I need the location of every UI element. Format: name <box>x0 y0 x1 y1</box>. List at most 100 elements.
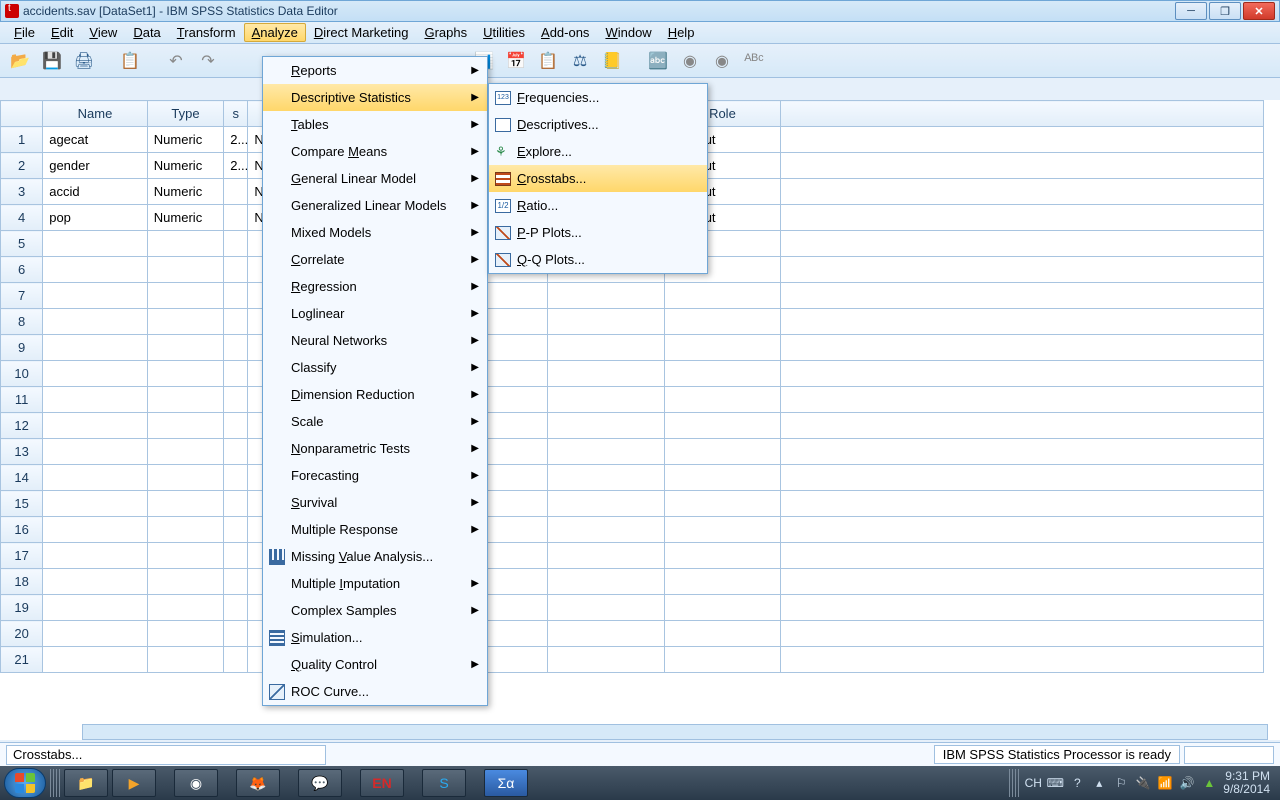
cell-name[interactable]: accid <box>43 179 148 205</box>
menu-analyze[interactable]: Analyze <box>244 23 306 42</box>
tray-grip[interactable] <box>1009 769 1019 797</box>
col-header-row[interactable] <box>1 101 43 127</box>
submenu-item-frequencies[interactable]: 123Frequencies... <box>489 84 707 111</box>
row-number[interactable]: 17 <box>1 543 43 569</box>
submenu-item-descriptives[interactable]: Descriptives... <box>489 111 707 138</box>
menu-add-ons[interactable]: Add-ons <box>533 23 597 42</box>
submenu-item-p-p-plots[interactable]: P-P Plots... <box>489 219 707 246</box>
cell-type[interactable]: Numeric <box>147 153 223 179</box>
status-command[interactable] <box>6 745 326 765</box>
menu-transform[interactable]: Transform <box>169 23 244 42</box>
menu-help[interactable]: Help <box>660 23 703 42</box>
gtalk-taskbar-icon[interactable]: 💬 <box>298 769 342 797</box>
recall-icon[interactable]: 📋 <box>116 47 144 75</box>
table-row[interactable]: 10 <box>1 361 1264 387</box>
cell-type[interactable]: Numeric <box>147 179 223 205</box>
menu-item-classify[interactable]: Classify▶ <box>263 354 487 381</box>
close-button[interactable]: ✕ <box>1243 2 1275 20</box>
row-number[interactable]: 21 <box>1 647 43 673</box>
cell-name[interactable]: gender <box>43 153 148 179</box>
save-icon[interactable]: 💾 <box>38 47 66 75</box>
row-number[interactable]: 10 <box>1 361 43 387</box>
taskbar-grip[interactable] <box>50 769 60 797</box>
minimize-button[interactable]: ─ <box>1175 2 1207 20</box>
split-icon[interactable]: ⚖ <box>566 47 594 75</box>
menu-direct-marketing[interactable]: Direct Marketing <box>306 23 417 42</box>
open-icon[interactable]: 📂 <box>6 47 34 75</box>
cell-values[interactable] <box>224 205 248 231</box>
row-number[interactable]: 2 <box>1 153 43 179</box>
table-row[interactable]: 9 <box>1 335 1264 361</box>
cell-values[interactable] <box>224 179 248 205</box>
submenu-item-ratio[interactable]: 1/2Ratio... <box>489 192 707 219</box>
menu-item-regression[interactable]: Regression▶ <box>263 273 487 300</box>
row-number[interactable]: 5 <box>1 231 43 257</box>
table-row[interactable]: 21 <box>1 647 1264 673</box>
menu-item-mixed-models[interactable]: Mixed Models▶ <box>263 219 487 246</box>
menu-item-survival[interactable]: Survival▶ <box>263 489 487 516</box>
menu-item-forecasting[interactable]: Forecasting▶ <box>263 462 487 489</box>
variables-icon[interactable]: 📅 <box>502 47 530 75</box>
menu-view[interactable]: View <box>81 23 125 42</box>
cell-name[interactable]: agecat <box>43 127 148 153</box>
menu-item-multiple-imputation[interactable]: Multiple Imputation▶ <box>263 570 487 597</box>
select-icon[interactable]: 🔤 <box>644 47 672 75</box>
menu-window[interactable]: Window <box>597 23 659 42</box>
row-number[interactable]: 4 <box>1 205 43 231</box>
row-number[interactable]: 20 <box>1 621 43 647</box>
cell-type[interactable]: Numeric <box>147 127 223 153</box>
table-row[interactable]: 18 <box>1 569 1264 595</box>
help-tray-icon[interactable]: ? <box>1069 775 1085 791</box>
maximize-button[interactable]: ❐ <box>1209 2 1241 20</box>
menu-item-descriptive-statistics[interactable]: Descriptive Statistics▶ <box>263 84 487 111</box>
menu-item-compare-means[interactable]: Compare Means▶ <box>263 138 487 165</box>
cell-values[interactable]: 2... <box>224 153 248 179</box>
menu-item-missing-value-analysis[interactable]: Missing Value Analysis... <box>263 543 487 570</box>
col-header-s[interactable]: s <box>224 101 248 127</box>
row-number[interactable]: 16 <box>1 517 43 543</box>
table-row[interactable]: 13 <box>1 439 1264 465</box>
drive-icon[interactable]: ▲ <box>1201 775 1217 791</box>
table-row[interactable]: 16 <box>1 517 1264 543</box>
table-row[interactable]: 19 <box>1 595 1264 621</box>
lang-indicator[interactable]: CH <box>1025 775 1041 791</box>
start-button[interactable] <box>4 768 46 798</box>
clock[interactable]: 9:31 PM 9/8/2014 <box>1223 770 1270 796</box>
firefox-taskbar-icon[interactable]: 🦊 <box>236 769 280 797</box>
menu-item-simulation[interactable]: Simulation... <box>263 624 487 651</box>
network-icon[interactable]: 📶 <box>1157 775 1173 791</box>
table-row[interactable]: 15 <box>1 491 1264 517</box>
table-row[interactable]: 14 <box>1 465 1264 491</box>
col-header-Type[interactable]: Type <box>147 101 223 127</box>
skype-taskbar-icon[interactable]: S <box>422 769 466 797</box>
menu-data[interactable]: Data <box>125 23 168 42</box>
row-number[interactable]: 1 <box>1 127 43 153</box>
explorer-taskbar-icon[interactable]: 📁 <box>64 769 108 797</box>
submenu-item-q-q-plots[interactable]: Q-Q Plots... <box>489 246 707 273</box>
menu-item-loglinear[interactable]: Loglinear▶ <box>263 300 487 327</box>
cell-name[interactable]: pop <box>43 205 148 231</box>
col-header-Name[interactable]: Name <box>43 101 148 127</box>
menu-item-nonparametric-tests[interactable]: Nonparametric Tests▶ <box>263 435 487 462</box>
media-taskbar-icon[interactable]: ▶ <box>112 769 156 797</box>
table-row[interactable]: 20 <box>1 621 1264 647</box>
cell-values[interactable]: 2... <box>224 127 248 153</box>
row-number[interactable]: 15 <box>1 491 43 517</box>
weight-icon[interactable]: 📒 <box>598 47 626 75</box>
cell-type[interactable]: Numeric <box>147 205 223 231</box>
en-taskbar-icon[interactable]: EN <box>360 769 404 797</box>
redo-icon[interactable]: ↷ <box>194 47 222 75</box>
menu-item-general-linear-model[interactable]: General Linear Model▶ <box>263 165 487 192</box>
menu-item-reports[interactable]: Reports▶ <box>263 57 487 84</box>
submenu-item-crosstabs[interactable]: Crosstabs... <box>489 165 707 192</box>
row-number[interactable]: 6 <box>1 257 43 283</box>
menu-item-tables[interactable]: Tables▶ <box>263 111 487 138</box>
power-icon[interactable]: 🔌 <box>1135 775 1151 791</box>
volume-icon[interactable]: 🔊 <box>1179 775 1195 791</box>
keyboard-icon[interactable]: ⌨ <box>1047 775 1063 791</box>
row-number[interactable]: 3 <box>1 179 43 205</box>
table-row[interactable]: 11 <box>1 387 1264 413</box>
table-row[interactable]: 7 <box>1 283 1264 309</box>
chrome-taskbar-icon[interactable]: ◉ <box>174 769 218 797</box>
row-number[interactable]: 13 <box>1 439 43 465</box>
